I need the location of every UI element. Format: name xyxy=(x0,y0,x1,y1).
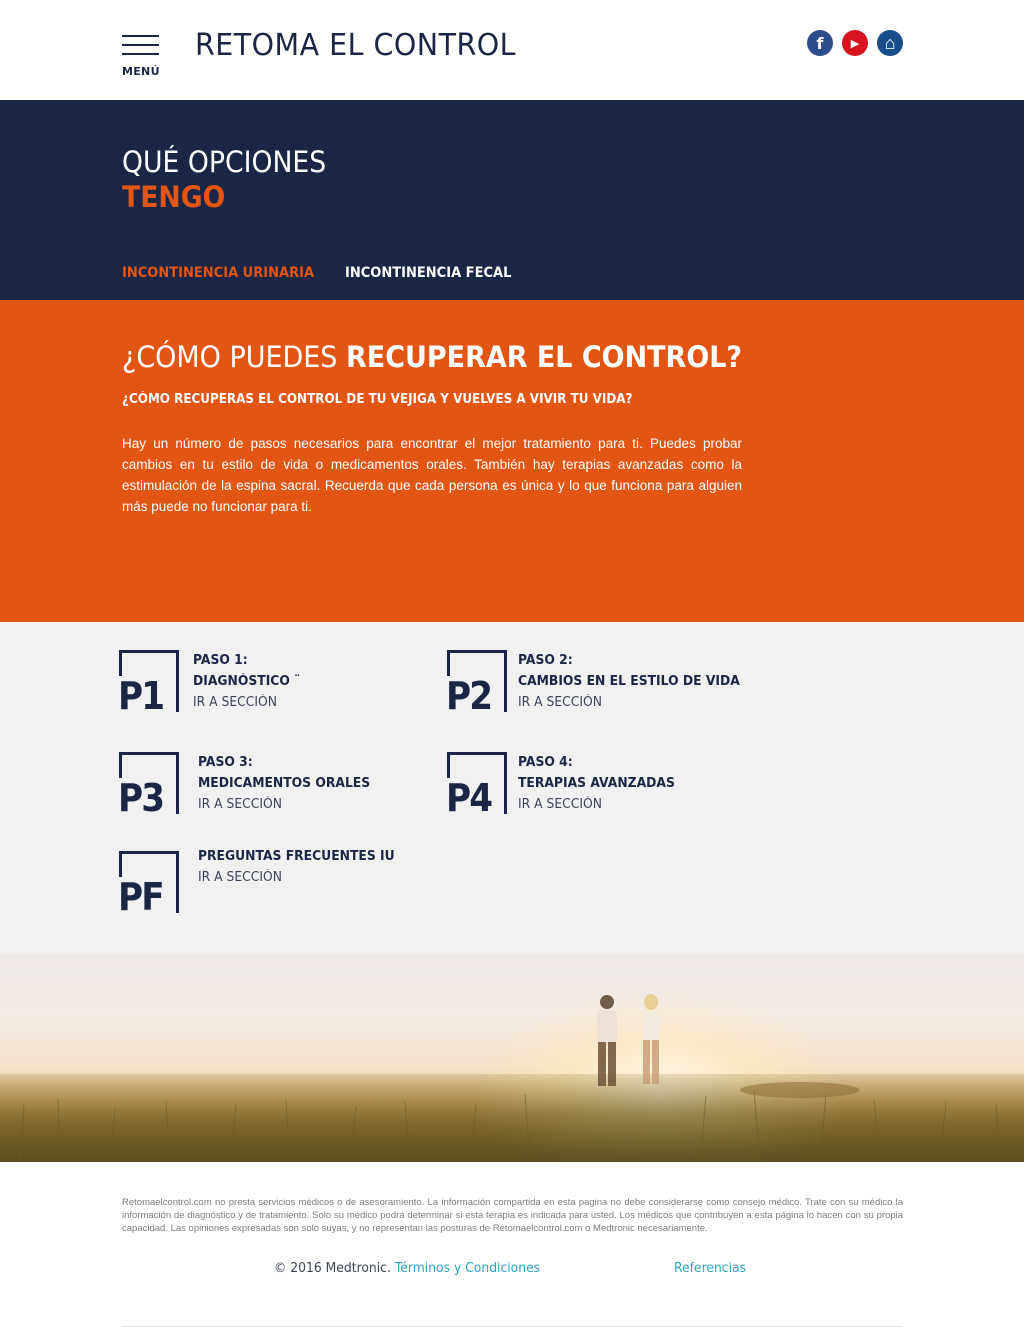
step-link[interactable]: IR A SECCIÓN xyxy=(198,867,395,888)
step-title: CAMBIOS EN EL ESTILO DE VIDA xyxy=(518,674,740,689)
home-glyph: ⌂ xyxy=(884,32,896,53)
step-label: PASO 1: xyxy=(193,653,248,668)
step-text: PASO 1: DIAGNÓSTICO ¨ IR A SECCIÓN xyxy=(193,650,306,713)
youtube-icon[interactable]: ▶ xyxy=(842,30,868,56)
youtube-glyph: ▶ xyxy=(850,37,860,50)
couple-field-photo xyxy=(0,954,1024,1162)
step-title: DIAGNÓSTICO ¨ xyxy=(193,674,301,689)
hamburger-icon xyxy=(122,35,159,37)
disclaimer-text: Retomaelcontrol.com no presta servicios … xyxy=(122,1197,903,1234)
home-icon[interactable]: ⌂ xyxy=(877,30,903,56)
terms-link[interactable]: Términos y Condiciones xyxy=(395,1261,540,1276)
site-title[interactable]: RETOMA EL CONTROL xyxy=(195,28,516,63)
copyright: © 2016 Medtronic. Términos y Condiciones xyxy=(274,1261,540,1276)
menu-label: MENÚ xyxy=(122,65,160,78)
tab-incontinencia-urinaria[interactable]: INCONTINENCIA URINARIA xyxy=(122,265,314,281)
step-title: MEDICAMENTOS ORALES xyxy=(198,776,371,791)
step-text: PREGUNTAS FRECUENTES IU IR A SECCIÓN xyxy=(198,846,405,888)
facebook-icon[interactable]: f xyxy=(807,30,833,56)
step-label: PASO 4: xyxy=(518,755,573,770)
step-code: P4 xyxy=(446,776,493,820)
references-link[interactable]: Referencias xyxy=(674,1261,746,1276)
step-badge-pf: PF xyxy=(118,851,179,917)
copyright-text: © 2016 Medtronic. xyxy=(274,1261,395,1276)
step-code: P3 xyxy=(118,776,165,820)
step-link[interactable]: IR A SECCIÓN xyxy=(193,692,300,713)
section-paragraph: Hay un número de pasos necesarios para e… xyxy=(122,436,742,514)
hero-band: QUÉ OPCIONES TENGO INCONTINENCIA URINARI… xyxy=(0,100,1024,300)
step-label: PASO 3: xyxy=(198,755,253,770)
step-title: TERAPIAS AVANZADAS xyxy=(518,776,675,791)
step-link[interactable]: IR A SECCIÓN xyxy=(518,794,675,815)
hero-title-bold: TENGO xyxy=(122,180,226,214)
step-badge-p3: P3 xyxy=(118,752,179,818)
step-text: PASO 2: CAMBIOS EN EL ESTILO DE VIDA IR … xyxy=(518,650,752,713)
step-title: PREGUNTAS FRECUENTES IU xyxy=(198,849,395,864)
section-subheading: ¿CÓMO RECUPERAS EL CONTROL DE TU VEJIGA … xyxy=(122,392,633,407)
step-badge-p1: P1 xyxy=(118,650,179,716)
step-text: PASO 3: MEDICAMENTOS ORALES IR A SECCIÓN xyxy=(198,752,379,815)
step-code: P1 xyxy=(118,674,165,718)
step-code: P2 xyxy=(446,674,493,718)
site-header: MENÚ RETOMA EL CONTROL f ▶ ⌂ xyxy=(0,0,1024,100)
section-heading: ¿CÓMO PUEDES RECUPERAR EL CONTROL? xyxy=(122,340,742,374)
couple-silhouette xyxy=(19,994,1001,1162)
menu-button[interactable]: MENÚ xyxy=(122,34,160,80)
step-link[interactable]: IR A SECCIÓN xyxy=(198,794,370,815)
tab-incontinencia-fecal[interactable]: INCONTINENCIA FECAL xyxy=(345,265,511,281)
hamburger-icon-bar xyxy=(122,53,159,55)
steps-section: P1 PASO 1: DIAGNÓSTICO ¨ IR A SECCIÓN P2… xyxy=(0,622,1024,954)
hamburger-icon-bar xyxy=(122,44,159,46)
hero-title-light: QUÉ OPCIONES xyxy=(122,145,327,179)
section-heading-light: ¿CÓMO PUEDES xyxy=(122,340,346,374)
facebook-glyph: f xyxy=(816,33,824,53)
step-badge-p2: P2 xyxy=(446,650,507,716)
site-footer: Retomaelcontrol.com no presta servicios … xyxy=(0,1162,1024,1327)
intro-section: ¿CÓMO PUEDES RECUPERAR EL CONTROL? ¿CÓMO… xyxy=(0,300,1024,622)
section-heading-bold: RECUPERAR EL CONTROL? xyxy=(345,340,743,374)
step-badge-p4: P4 xyxy=(446,752,507,818)
step-link[interactable]: IR A SECCIÓN xyxy=(518,692,740,713)
step-label: PASO 2: xyxy=(518,653,573,668)
step-text: PASO 4: TERAPIAS AVANZADAS IR A SECCIÓN xyxy=(518,752,683,815)
step-code: PF xyxy=(118,875,165,919)
